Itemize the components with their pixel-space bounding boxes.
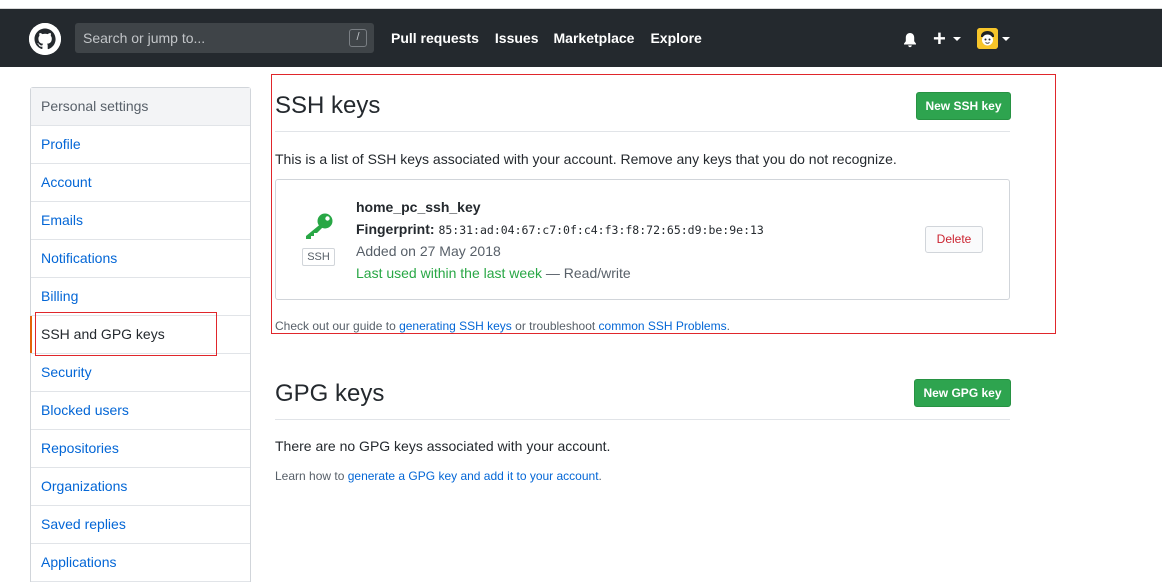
learn-prefix: Learn how to — [275, 469, 348, 483]
sidebar-item-notifications[interactable]: Notifications — [31, 240, 250, 278]
sidebar-item-account[interactable]: Account — [31, 164, 250, 202]
avatar[interactable] — [977, 28, 998, 49]
access-level-text: — Read/write — [542, 265, 631, 281]
search-placeholder: Search or jump to... — [83, 30, 206, 46]
sidebar-item-security[interactable]: Security — [31, 354, 250, 392]
ssh-key-last-used: Last used within the last week — Read/wr… — [356, 265, 631, 281]
ssh-key-item — [275, 179, 1010, 300]
divider — [275, 419, 1010, 420]
ssh-guide-text: Check out our guide to generating SSH ke… — [275, 319, 730, 333]
new-gpg-key-button[interactable]: New GPG key — [914, 379, 1011, 407]
ssh-keys-description: This is a list of SSH keys associated wi… — [275, 151, 897, 167]
gpg-learn-text: Learn how to generate a GPG key and add … — [275, 469, 602, 483]
gpg-empty-message: There are no GPG keys associated with yo… — [275, 438, 611, 454]
sidebar-item-blocked-users[interactable]: Blocked users — [31, 392, 250, 430]
browser-top-strip — [0, 0, 1162, 9]
sidebar-item-repositories[interactable]: Repositories — [31, 430, 250, 468]
nav-explore[interactable]: Explore — [650, 30, 701, 46]
search-input[interactable]: Search or jump to... / — [75, 23, 374, 53]
ssh-keys-title: SSH keys — [275, 92, 381, 119]
sidebar-item-profile[interactable]: Profile — [31, 126, 250, 164]
ssh-badge: SSH — [302, 248, 335, 266]
fingerprint-value: 85:31:ad:04:67:c7:0f:c4:f3:f8:72:65:d9:b… — [438, 223, 764, 237]
ssh-key-fingerprint: Fingerprint: 85:31:ad:04:67:c7:0f:c4:f3:… — [356, 221, 764, 237]
guide-prefix: Check out our guide to — [275, 319, 400, 333]
nav-issues[interactable]: Issues — [495, 30, 539, 46]
search-shortcut-badge: / — [349, 29, 367, 47]
sidebar-item-applications[interactable]: Applications — [31, 544, 250, 582]
guide-middle: or troubleshoot — [511, 319, 599, 333]
annotation-highlight-box — [35, 312, 217, 356]
sidebar-item-billing[interactable]: Billing — [31, 278, 250, 316]
github-logo-icon[interactable] — [29, 23, 61, 55]
sidebar-item-saved-replies[interactable]: Saved replies — [31, 506, 250, 544]
fingerprint-label: Fingerprint: — [356, 221, 435, 237]
learn-suffix: . — [598, 469, 602, 483]
ssh-key-name: home_pc_ssh_key — [356, 199, 481, 215]
top-header: Search or jump to... / Pull requests Iss… — [0, 9, 1162, 67]
generating-ssh-keys-link[interactable]: generating SSH keys — [399, 319, 512, 333]
nav-pull-requests[interactable]: Pull requests — [391, 30, 479, 46]
divider — [275, 131, 1010, 132]
plus-icon[interactable]: + — [933, 26, 946, 52]
generate-gpg-key-link[interactable]: generate a GPG key and add it to your ac… — [348, 469, 599, 483]
chevron-down-icon[interactable] — [1002, 37, 1010, 41]
last-used-text: Last used within the last week — [356, 265, 542, 281]
guide-suffix: . — [726, 319, 730, 333]
gpg-keys-title: GPG keys — [275, 380, 385, 407]
top-nav: Pull requests Issues Marketplace Explore — [391, 9, 718, 67]
delete-ssh-key-button[interactable]: Delete — [925, 226, 983, 253]
sidebar-heading: Personal settings — [31, 88, 250, 126]
nav-marketplace[interactable]: Marketplace — [554, 30, 635, 46]
common-ssh-problems-link[interactable]: common SSH Problems — [599, 319, 727, 333]
bell-icon[interactable] — [901, 31, 919, 49]
chevron-down-icon[interactable] — [953, 37, 961, 41]
new-ssh-key-button[interactable]: New SSH key — [916, 92, 1011, 120]
sidebar-item-emails[interactable]: Emails — [31, 202, 250, 240]
sidebar-item-organizations[interactable]: Organizations — [31, 468, 250, 506]
ssh-key-added-date: Added on 27 May 2018 — [356, 243, 501, 259]
key-icon — [306, 213, 333, 239]
